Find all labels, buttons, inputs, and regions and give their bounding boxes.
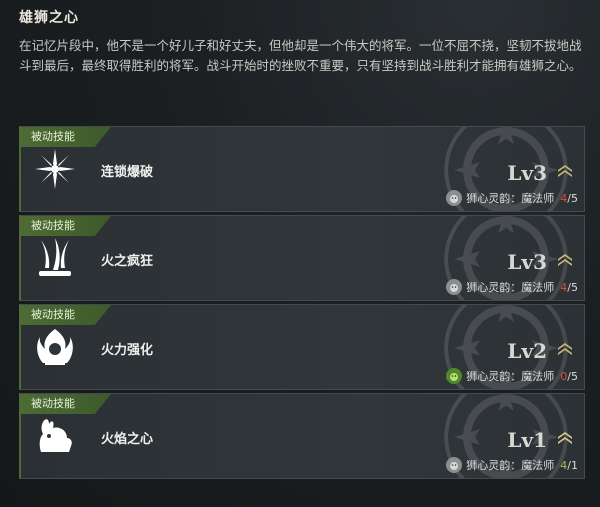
page-description: 在记忆片段中，他不是一个好儿子和好丈夫，但他却是一个伟大的将军。一位不屈不挠，坚…	[19, 38, 582, 73]
lion-spirit-requirement: 狮心灵韵：魔法师 4/5	[445, 277, 578, 297]
skill-level: Lv2	[507, 339, 547, 363]
skill-level: Lv3	[507, 250, 547, 274]
requirement-max: 5	[571, 280, 578, 294]
requirement-max: 1	[571, 458, 578, 472]
requirement-label: 狮心灵韵：魔法师	[466, 459, 555, 472]
requirement-current: 4	[560, 191, 568, 205]
skill-list: 被动技能 连锁爆破 Lv3 狮心灵韵：魔法师 4 / 5 被动技能 火之疯狂 L…	[19, 126, 585, 482]
rank-chevrons-icon	[558, 165, 572, 177]
header: 雄狮之心 在记忆片段中，他不是一个好儿子和好丈夫，但他却是一个伟大的将军。一位不…	[19, 8, 586, 76]
skill-card-2[interactable]: 被动技能 火力强化 Lv2 狮心灵韵：魔法师 0/5	[19, 304, 585, 390]
lion-head-icon	[446, 457, 463, 473]
skill-card-1[interactable]: 被动技能 火之疯狂 Lv3 狮心灵韵：魔法师 4/5	[19, 215, 585, 301]
skill-name: 火焰之心	[101, 432, 154, 447]
skill-card-0[interactable]: 被动技能 连锁爆破 Lv3 狮心灵韵：魔法师 4 / 5	[19, 126, 585, 212]
skill-card-3[interactable]: 被动技能 火焰之心 Lv1 狮心灵韵：魔法师 4/1	[19, 393, 585, 479]
lion-head-icon	[446, 368, 463, 384]
skill-name: 火力强化	[101, 343, 154, 358]
passive-skill-tag: 被动技能	[21, 216, 111, 236]
lion-spirit-requirement: 狮心灵韵：魔法师 4/5	[445, 188, 578, 208]
rank-chevrons-icon	[558, 343, 572, 355]
page-title: 雄狮之心	[19, 10, 79, 26]
requirement-max: 5	[571, 369, 578, 383]
lion-head-icon	[446, 279, 463, 295]
lion-spirit-requirement: 狮心灵韵：魔法师 4/1	[445, 455, 578, 475]
requirement-label: 狮心灵韵：魔法师	[466, 281, 555, 294]
skill-level: Lv1	[507, 428, 547, 452]
requirement-current: 4	[560, 458, 568, 472]
skill-name: 火之疯狂	[101, 254, 154, 269]
requirement-current: 4	[560, 280, 568, 294]
requirement-max: 5	[571, 191, 578, 205]
passive-skill-tag: 被动技能	[21, 394, 111, 414]
requirement-current: 0	[560, 369, 568, 383]
fire-beast-icon	[39, 419, 72, 452]
burst-icon	[35, 149, 75, 189]
skill-name: 连锁爆破	[101, 165, 154, 180]
lion-spirit-requirement: 狮心灵韵：魔法师 0/5	[445, 366, 578, 386]
flame-claw-icon	[39, 238, 71, 276]
rank-chevrons-icon	[558, 432, 572, 444]
passive-skill-tag: 被动技能	[21, 305, 111, 325]
lion-head-icon	[446, 190, 463, 206]
skill-level: Lv3	[507, 161, 547, 185]
requirement-label: 狮心灵韵：魔法师	[466, 192, 555, 205]
rank-chevrons-icon	[558, 254, 572, 266]
passive-skill-tag: 被动技能	[21, 127, 111, 147]
flame-mage-icon	[37, 329, 73, 365]
requirement-label: 狮心灵韵：魔法师	[466, 370, 555, 383]
